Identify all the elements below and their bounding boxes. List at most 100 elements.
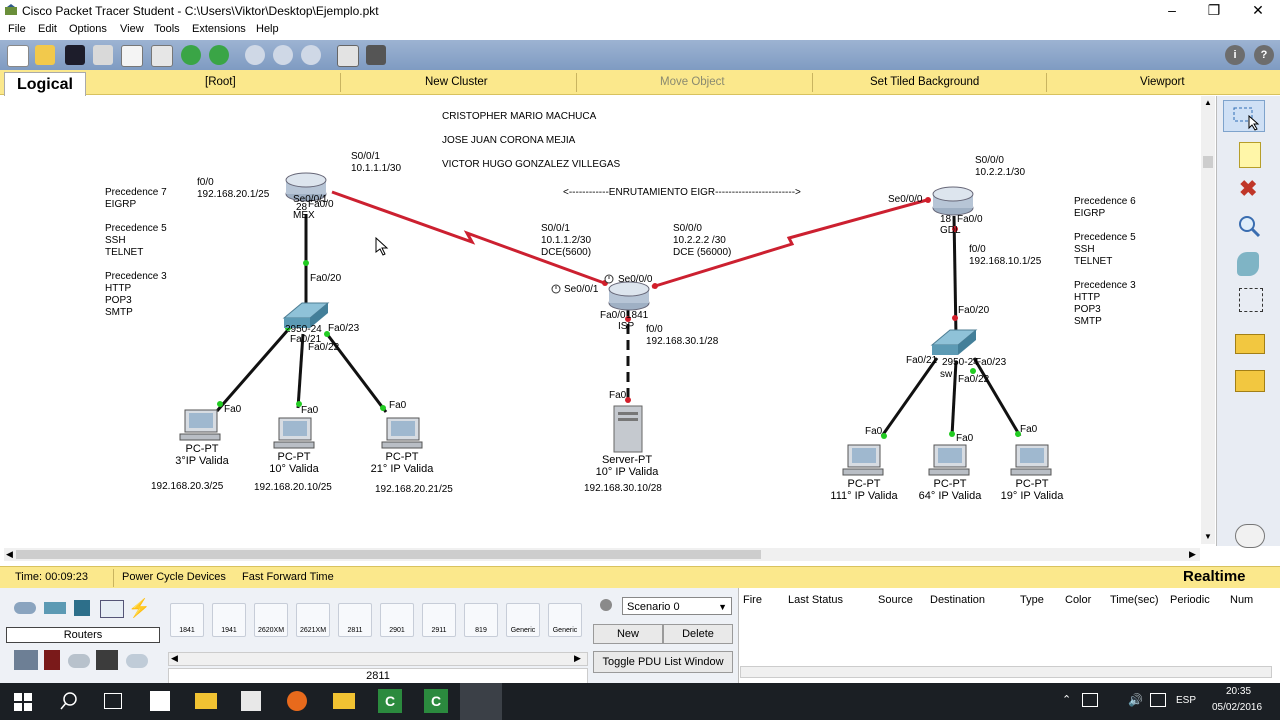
wireless-category-icon[interactable] [100, 600, 124, 618]
device-model-2811[interactable]: 2811 [338, 603, 372, 637]
input-language[interactable]: ESP [1176, 695, 1196, 706]
realtime-clock-icon[interactable] [1235, 524, 1265, 548]
device-model-2621xm[interactable]: 2621XM [296, 603, 330, 637]
pc-type-label[interactable]: PC-PT [1000, 478, 1064, 490]
scroll-right-arrow-icon[interactable]: ▶ [1189, 549, 1196, 560]
open-folder-icon[interactable] [35, 45, 55, 65]
zoom-reset-icon[interactable] [273, 45, 293, 65]
resize-tool-icon[interactable] [1239, 288, 1263, 312]
pc-name-label[interactable]: 21° IP Valida [357, 463, 447, 475]
security-category-icon[interactable] [44, 650, 60, 670]
draw-shape-tool-icon[interactable] [1237, 252, 1259, 276]
pc-name-label[interactable]: 64° IP Valida [905, 490, 995, 502]
sw2-name[interactable]: sw [940, 369, 952, 381]
store-icon[interactable] [150, 691, 170, 711]
root-button[interactable]: [Root] [205, 76, 236, 88]
server-name-label[interactable]: 10° IP Valida [582, 466, 672, 478]
horizontal-scrollbar[interactable]: ◀ ▶ [4, 548, 1200, 561]
pc-name-label[interactable]: 111° IP Valida [819, 490, 909, 502]
zoom-in-icon[interactable] [245, 45, 265, 65]
menu-tools[interactable]: Tools [154, 23, 180, 35]
routers-category-icon[interactable] [14, 602, 36, 614]
activity-wizard-icon[interactable] [121, 45, 143, 67]
inspect-tool-icon[interactable] [1237, 214, 1261, 238]
help-icon[interactable]: i [1225, 45, 1245, 65]
sw2-model[interactable]: 2950-24 [942, 357, 979, 369]
scroll-left-arrow-icon[interactable]: ◀ [171, 653, 178, 664]
redo-icon[interactable] [209, 45, 229, 65]
undo-icon[interactable] [181, 45, 201, 65]
scroll-thumb[interactable] [1203, 156, 1213, 168]
set-tiled-background-button[interactable]: Set Tiled Background [870, 76, 979, 88]
network-icon[interactable] [1082, 693, 1098, 707]
maximize-button[interactable]: ❐ [1200, 2, 1228, 18]
device-model-generic[interactable]: Generic [548, 603, 582, 637]
task-view-icon[interactable] [104, 693, 122, 709]
clock-date[interactable]: 05/02/2016 [1212, 702, 1262, 713]
end-devices-category-icon[interactable] [14, 650, 38, 670]
isp-name[interactable]: ISP [618, 321, 634, 333]
add-complex-pdu-icon[interactable] [1235, 370, 1265, 392]
start-button-icon[interactable] [14, 693, 32, 711]
delete-scenario-button[interactable]: Delete [663, 624, 733, 644]
scenario-select[interactable]: Scenario 0 ▼ [622, 597, 732, 615]
folder-icon[interactable] [333, 693, 355, 709]
fast-forward-button[interactable]: Fast Forward Time [242, 571, 334, 583]
pc-type-label[interactable]: PC-PT [370, 451, 434, 463]
new-cluster-button[interactable]: New Cluster [425, 76, 488, 88]
custom-device-icon[interactable] [366, 45, 386, 65]
menu-options[interactable]: Options [69, 23, 107, 35]
move-object-button[interactable]: Move Object [660, 76, 725, 88]
scroll-down-arrow-icon[interactable]: ▼ [1204, 532, 1212, 541]
scroll-up-arrow-icon[interactable]: ▲ [1204, 98, 1212, 107]
device-model-generic[interactable]: Generic [506, 603, 540, 637]
add-simple-pdu-icon[interactable] [1235, 334, 1265, 354]
power-cycle-button[interactable]: Power Cycle Devices [122, 571, 226, 583]
speaker-icon[interactable]: 🔊 [1128, 693, 1143, 707]
device-model-2620xm[interactable]: 2620XM [254, 603, 288, 637]
zoom-out-icon[interactable] [301, 45, 321, 65]
palette-icon[interactable] [337, 45, 359, 67]
note-tool-icon[interactable] [1239, 142, 1261, 168]
vertical-scrollbar[interactable]: ▲ ▼ [1201, 96, 1215, 544]
close-button[interactable]: ✕ [1244, 2, 1272, 18]
menu-extensions[interactable]: Extensions [192, 23, 246, 35]
pc-type-label[interactable]: PC-PT [832, 478, 896, 490]
camtasia-recorder-icon[interactable]: C [424, 689, 448, 713]
device-model-819[interactable]: 819 [464, 603, 498, 637]
new-scenario-button[interactable]: New [593, 624, 663, 644]
camtasia-icon[interactable]: C [378, 689, 402, 713]
notifications-icon[interactable] [1150, 693, 1166, 707]
device-model-1941[interactable]: 1941 [212, 603, 246, 637]
pc-type-label[interactable]: PC-PT [170, 443, 234, 455]
scroll-thumb[interactable] [16, 550, 761, 559]
menu-view[interactable]: View [120, 23, 144, 35]
server-type-label[interactable]: Server-PT [590, 454, 664, 466]
search-icon[interactable] [60, 692, 78, 710]
pdu-list-scrollbar[interactable] [740, 666, 1272, 678]
menu-help[interactable]: Help [256, 23, 279, 35]
wan-emulation-category-icon[interactable] [68, 654, 90, 668]
hubs-category-icon[interactable] [74, 600, 90, 616]
copy-icon[interactable] [151, 45, 173, 67]
media-player-icon[interactable] [241, 691, 261, 711]
delete-tool-icon[interactable]: ✖ [1239, 178, 1257, 200]
packet-tracer-taskbar-icon[interactable] [460, 683, 502, 720]
logical-workspace[interactable]: CRISTOPHER MARIO MACHUCA JOSE JUAN CORON… [2, 96, 1200, 546]
pc-type-label[interactable]: PC-PT [918, 478, 982, 490]
device-model-2901[interactable]: 2901 [380, 603, 414, 637]
new-file-icon[interactable] [7, 45, 29, 67]
custom-devices-category-icon[interactable] [96, 650, 118, 670]
device-model-1841[interactable]: 1841 [170, 603, 204, 637]
firefox-icon[interactable] [287, 691, 307, 711]
menu-file[interactable]: File [8, 23, 26, 35]
clock-time[interactable]: 20:35 [1226, 686, 1251, 697]
device-model-2911[interactable]: 2911 [422, 603, 456, 637]
pc-type-label[interactable]: PC-PT [262, 451, 326, 463]
minimize-button[interactable]: – [1158, 2, 1186, 18]
show-hidden-icons[interactable]: ⌃ [1062, 693, 1071, 706]
viewport-button[interactable]: Viewport [1140, 76, 1185, 88]
switches-category-icon[interactable] [44, 602, 66, 614]
realtime-mode-label[interactable]: Realtime [1183, 568, 1246, 585]
mex-router-name[interactable]: MEX [293, 210, 315, 222]
